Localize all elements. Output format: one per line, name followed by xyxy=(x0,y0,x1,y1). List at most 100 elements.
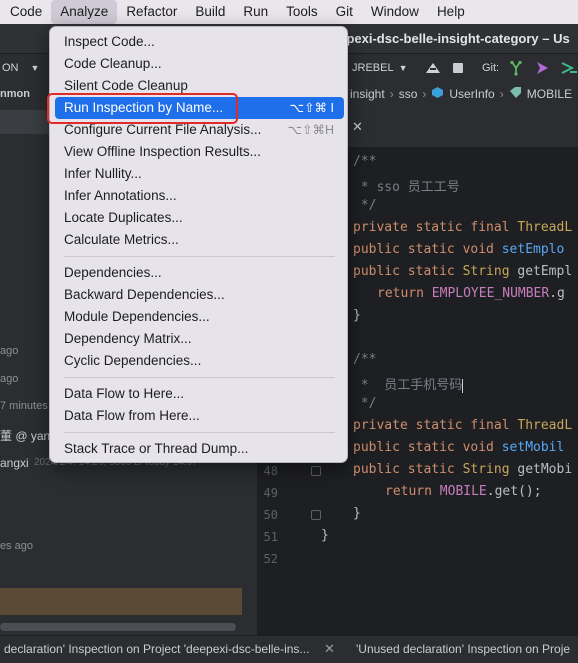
menu-item-infer-annotations[interactable]: Infer Annotations... xyxy=(55,185,344,207)
code-token: * 员工手机号码 xyxy=(353,378,463,393)
field-tag-icon xyxy=(509,86,522,102)
code-token: EMPLOYEE_NUMBER xyxy=(431,286,550,301)
menu-run[interactable]: Run xyxy=(234,0,277,24)
fold-marker-icon[interactable] xyxy=(311,466,321,476)
menu-item-code-cleanup[interactable]: Code Cleanup... xyxy=(55,53,344,75)
code-token: private static final xyxy=(353,418,518,433)
code-token: .g xyxy=(549,286,565,301)
menu-bar: Code Analyze Refactor Build Run Tools Gi… xyxy=(0,0,578,24)
code-line: */ xyxy=(353,198,377,213)
menu-item-calculate-metrics[interactable]: Calculate Metrics... xyxy=(55,229,344,251)
menu-item-infer-nullity[interactable]: Infer Nullity... xyxy=(55,163,344,185)
menu-window[interactable]: Window xyxy=(362,0,428,24)
code-line: */ xyxy=(353,396,377,411)
code-token: public static void xyxy=(353,242,502,257)
menu-build[interactable]: Build xyxy=(186,0,234,24)
git-commit-icon[interactable] xyxy=(560,55,578,81)
code-line: public static void setMobil xyxy=(353,440,564,455)
menu-tools[interactable]: Tools xyxy=(277,0,327,24)
breadcrumb-item-mobile[interactable]: MOBILE xyxy=(527,87,572,101)
breadcrumb-item-insight[interactable]: insight xyxy=(350,87,385,101)
code-token: ThreadL xyxy=(517,418,573,433)
code-token: String xyxy=(462,264,518,279)
menu-help[interactable]: Help xyxy=(428,0,474,24)
code-token: private static final xyxy=(353,220,518,235)
run-config-selector[interactable]: ON ▼ xyxy=(2,55,39,81)
class-icon xyxy=(431,86,444,102)
selected-row[interactable] xyxy=(0,588,242,615)
code-token: getMobi xyxy=(517,462,573,477)
commit-time: es ago xyxy=(0,540,34,552)
menu-item-cyclic-dependencies[interactable]: Cyclic Dependencies... xyxy=(55,350,344,372)
menu-item-backward-dependencies[interactable]: Backward Dependencies... xyxy=(55,284,344,306)
line-number: 49 xyxy=(263,486,278,500)
menu-separator xyxy=(64,256,335,257)
menu-item-dependencies[interactable]: Dependencies... xyxy=(55,262,344,284)
fold-marker-icon[interactable] xyxy=(311,510,321,520)
chevron-down-icon: ▼ xyxy=(30,63,40,73)
menu-refactor[interactable]: Refactor xyxy=(117,0,186,24)
inspection-tab-left[interactable]: declaration' Inspection on Project 'deep… xyxy=(4,642,309,656)
code-line: * sso 员工工号 xyxy=(353,180,460,195)
window-title: eepexi-dsc-belle-insight-category – Us xyxy=(332,31,570,46)
chevron-right-icon: › xyxy=(422,87,427,101)
code-line: } xyxy=(353,308,361,323)
breadcrumb-item-userinfo[interactable]: UserInfo xyxy=(449,87,494,101)
code-line: public static void setEmplo xyxy=(353,242,564,257)
jrebel-run-icon[interactable] xyxy=(424,55,442,81)
code-line: /** xyxy=(353,154,377,169)
editor-tab-row: ✕ xyxy=(338,108,578,148)
breadcrumb: insight › sso › UserInfo › MOBILE xyxy=(338,82,578,106)
jrebel-label: JREBEL xyxy=(352,62,394,74)
code-token: String xyxy=(462,462,518,477)
project-label: nmon xyxy=(0,88,30,100)
code-line: return MOBILE.get(); xyxy=(385,484,542,499)
git-push-icon[interactable] xyxy=(534,55,550,81)
menu-analyze[interactable]: Analyze xyxy=(51,0,118,24)
menu-item-label: Configure Current File Analysis... xyxy=(64,122,262,137)
commit-author: angxi xyxy=(0,456,29,470)
status-bar: declaration' Inspection on Project 'deep… xyxy=(0,635,578,663)
code-line: } xyxy=(321,528,329,543)
chevron-right-icon: › xyxy=(389,87,394,101)
menu-item-locate-duplicates[interactable]: Locate Duplicates... xyxy=(55,207,344,229)
close-icon[interactable]: ✕ xyxy=(324,641,335,657)
inspection-tab-right[interactable]: 'Unused declaration' Inspection on Proje xyxy=(356,642,570,656)
stop-icon[interactable] xyxy=(451,55,465,81)
code-token: public static void xyxy=(353,440,502,455)
breadcrumb-item-sso[interactable]: sso xyxy=(399,87,418,101)
menu-item-view-offline-inspection-results[interactable]: View Offline Inspection Results... xyxy=(55,141,344,163)
menu-separator xyxy=(64,432,335,433)
menu-item-data-flow-to-here[interactable]: Data Flow to Here... xyxy=(55,383,344,405)
shortcut-label: ⌥⇧⌘ I xyxy=(289,101,334,115)
line-number: 48 xyxy=(263,464,278,478)
code-token: setMobil xyxy=(501,440,565,455)
menu-item-dependency-matrix[interactable]: Dependency Matrix... xyxy=(55,328,344,350)
text-cursor xyxy=(462,378,464,393)
code-line: public static String getEmpl xyxy=(353,264,572,279)
git-fetch-icon[interactable] xyxy=(508,55,524,81)
jrebel-selector[interactable]: JREBEL ▼ xyxy=(352,55,408,81)
horizontal-scrollbar[interactable] xyxy=(0,623,236,631)
code-token: public static xyxy=(353,264,463,279)
shortcut-label: ⌥⇧⌘H xyxy=(287,123,334,137)
chevron-down-icon: ▼ xyxy=(398,63,408,73)
annotation-highlight-box xyxy=(47,93,238,124)
code-token: ThreadL xyxy=(517,220,573,235)
menu-git[interactable]: Git xyxy=(327,0,362,24)
code-line: private static final ThreadL xyxy=(353,418,572,433)
commit-time: ago xyxy=(0,345,19,357)
code-line: /** xyxy=(353,352,377,367)
menu-item-inspect-code[interactable]: Inspect Code... xyxy=(55,31,344,53)
code-token: return xyxy=(377,286,432,301)
code-line: private static final ThreadL xyxy=(353,220,572,235)
menu-item-data-flow-from-here[interactable]: Data Flow from Here... xyxy=(55,405,344,427)
menu-item-stack-trace-or-thread-dump[interactable]: Stack Trace or Thread Dump... xyxy=(55,438,344,460)
code-line: public static String getMobi xyxy=(353,462,572,477)
close-tab-icon[interactable]: ✕ xyxy=(352,119,363,135)
code-token: public static xyxy=(353,462,463,477)
menu-code[interactable]: Code xyxy=(0,0,51,24)
menu-item-module-dependencies[interactable]: Module Dependencies... xyxy=(55,306,344,328)
line-number: 50 xyxy=(263,508,278,522)
line-number: 52 xyxy=(263,552,278,566)
